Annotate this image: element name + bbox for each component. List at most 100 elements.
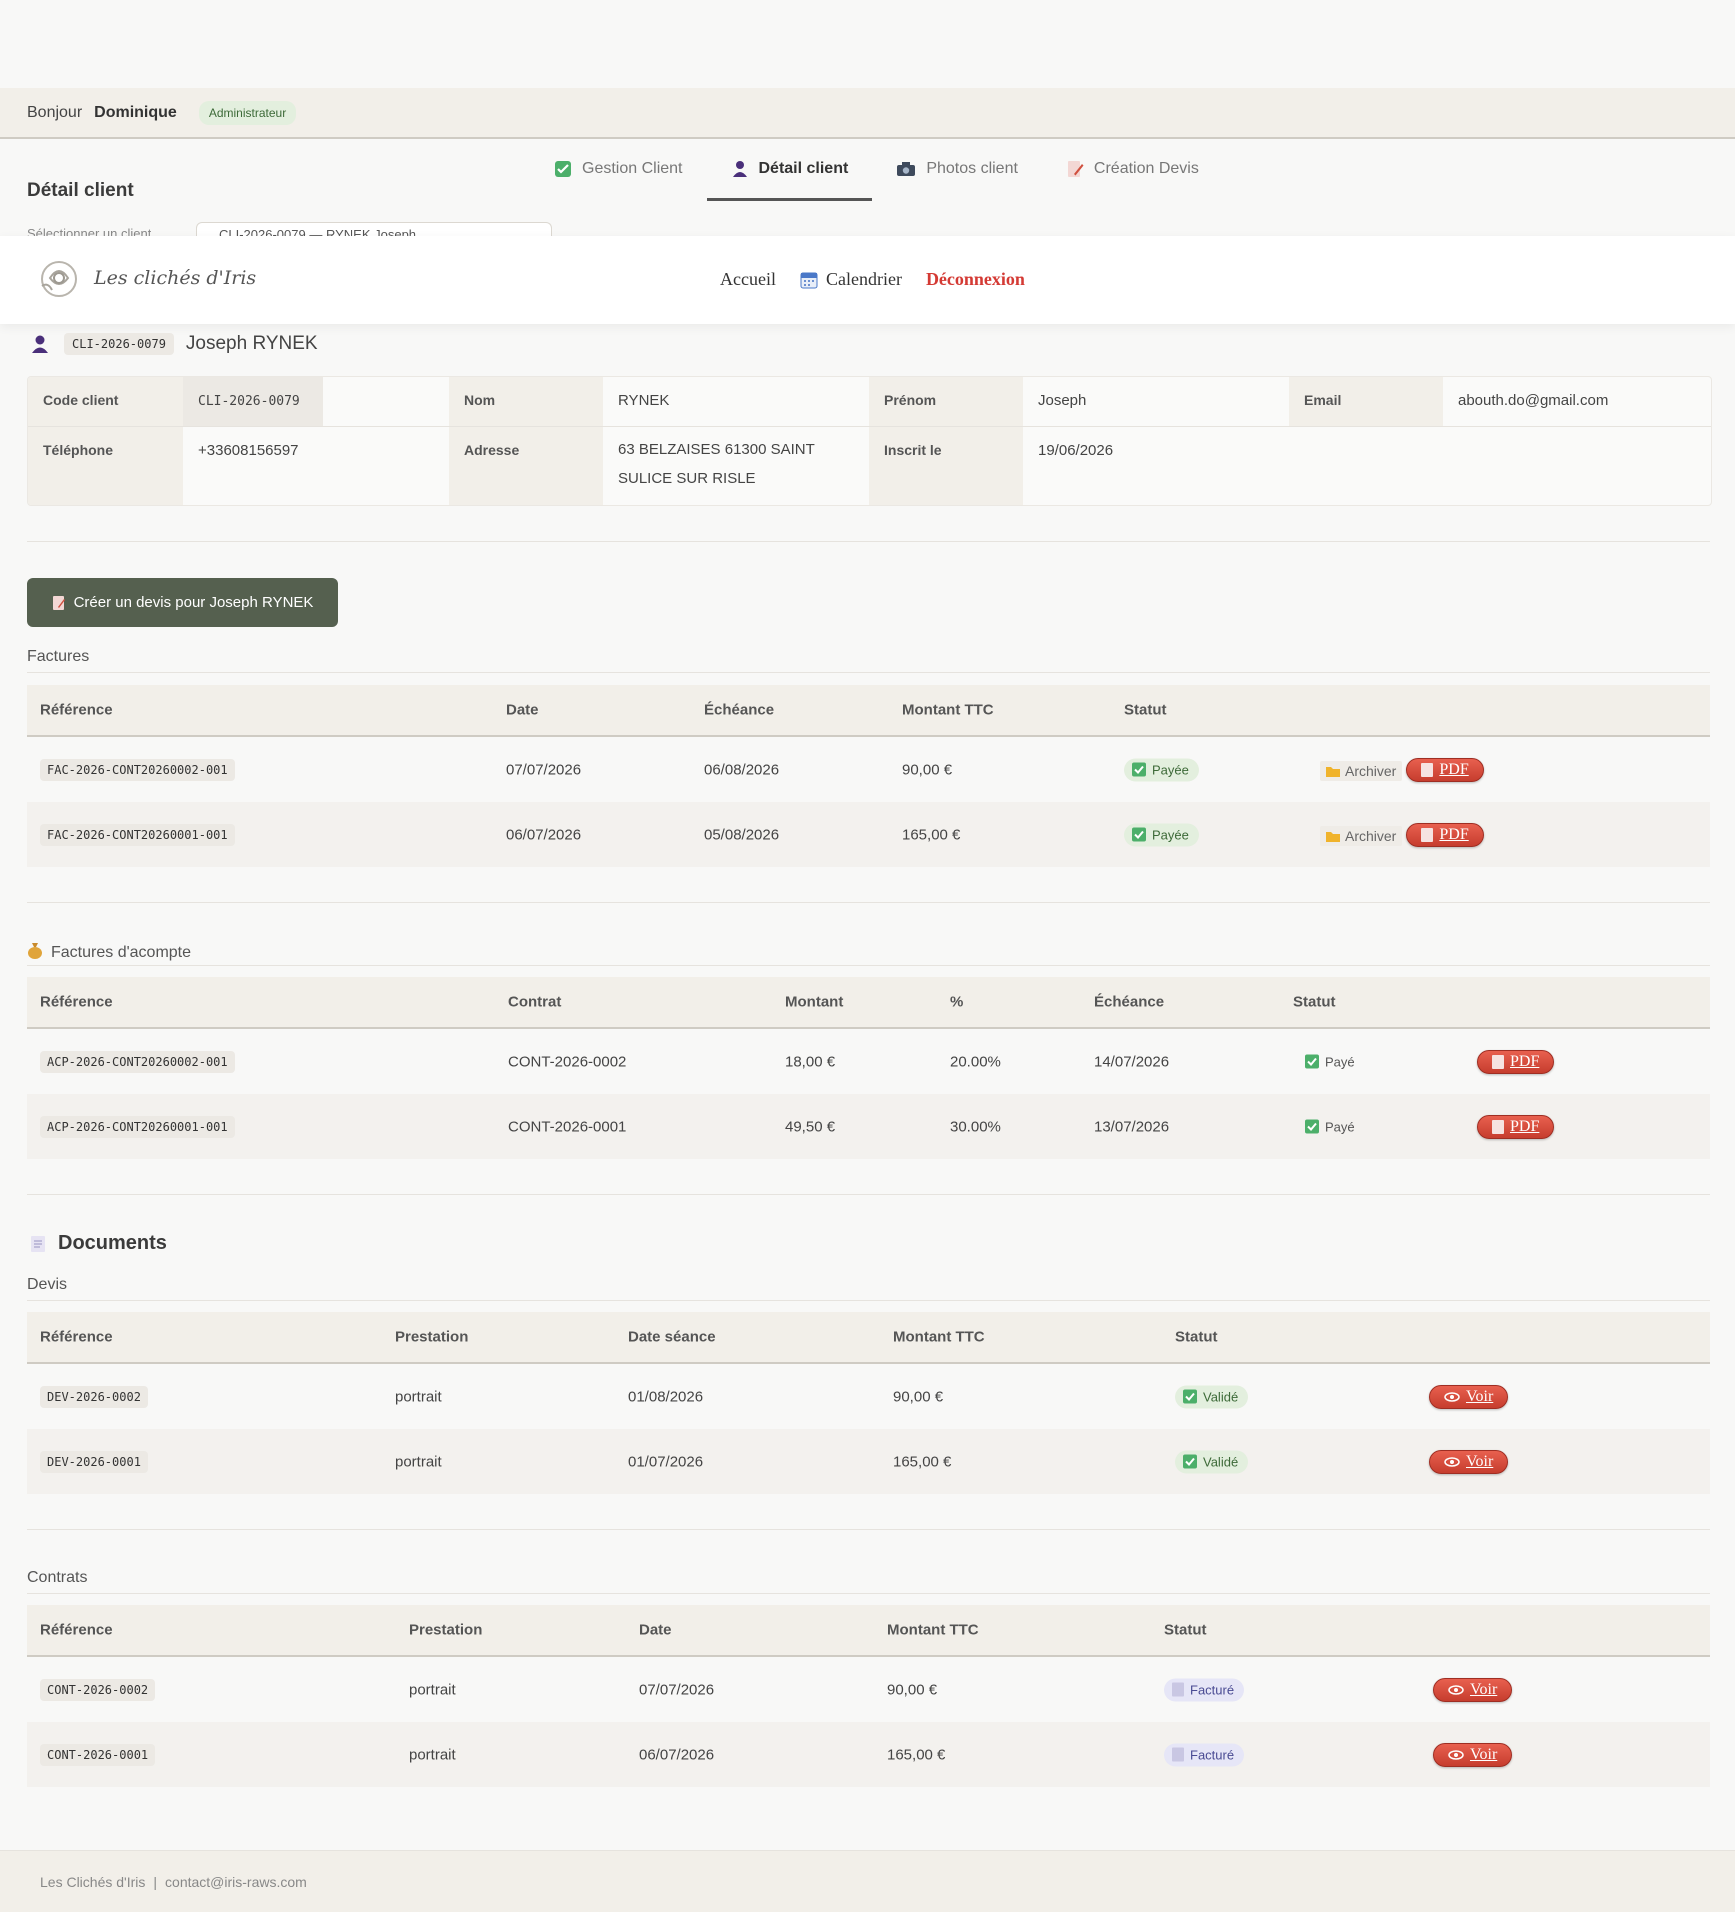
view-button[interactable]: Voir <box>1429 1384 1509 1409</box>
invoice-due: 06/08/2026 <box>704 761 780 778</box>
tab-detail-client[interactable]: Détail client <box>706 140 873 201</box>
contract-service: portrait <box>409 1681 456 1698</box>
section-invoices-title: Factures <box>27 648 90 665</box>
document-icon <box>1172 1747 1184 1762</box>
status-badge: Payé <box>1305 1050 1365 1073</box>
pdf-button[interactable]: PDF <box>1477 1049 1555 1074</box>
documents-title: Documents <box>30 1232 167 1255</box>
client-name: Joseph RYNEK <box>185 333 318 354</box>
pdf-button[interactable]: PDF <box>1406 822 1484 847</box>
col-header: Montant <box>785 993 844 1011</box>
archive-button[interactable]: Archiver <box>1320 825 1403 846</box>
eye-icon <box>1444 1456 1460 1467</box>
deposits-table: Référence Contrat Montant % Échéance Sta… <box>27 977 1710 1159</box>
view-button[interactable]: Voir <box>1429 1449 1509 1474</box>
calendar-icon <box>800 272 818 288</box>
table-row: ACP-2026-CONT20260002-001 CONT-2026-0002… <box>27 1029 1710 1094</box>
pdf-label: PDF <box>1439 825 1469 843</box>
document-icon <box>30 1235 46 1253</box>
tab-gestion-client[interactable]: Gestion Client <box>530 140 707 198</box>
view-button[interactable]: Voir <box>1433 1742 1513 1767</box>
divider <box>27 902 1710 903</box>
divider <box>27 1300 1710 1301</box>
nav-calendar-link[interactable]: Calendrier <box>800 269 902 290</box>
value-code-client: CLI-2026-0079 <box>183 377 323 427</box>
nav-logout-link[interactable]: Déconnexion <box>926 269 1025 290</box>
eye-icon <box>1448 1684 1464 1695</box>
col-header: Date <box>639 1621 672 1639</box>
invoice-amount: 165,00 € <box>902 826 961 843</box>
invoices-table: Référence Date Échéance Montant TTC Stat… <box>27 685 1710 867</box>
tab-label: Détail client <box>758 160 849 177</box>
status-badge: Payé <box>1305 1115 1365 1138</box>
status-label: Payé <box>1325 1054 1355 1069</box>
quote-ref: DEV-2026-0001 <box>40 1450 148 1473</box>
document-icon <box>1492 1119 1504 1134</box>
check-box-icon <box>1132 762 1146 777</box>
status-label: Validé <box>1203 1454 1239 1469</box>
section-deposits-title: Factures d'acompte <box>27 941 191 964</box>
tab-bar: Gestion Client Détail client Photos clie… <box>530 140 1223 201</box>
client-select[interactable]: CLI-2026-0079 — RYNEK Joseph <box>196 222 552 237</box>
pdf-button[interactable]: PDF <box>1477 1114 1555 1139</box>
tab-label: Photos client <box>926 160 1018 177</box>
folder-icon <box>1326 765 1340 777</box>
status-label: Facturé <box>1190 1682 1235 1697</box>
documents-title-text: Documents <box>58 1232 167 1254</box>
tab-photos-client[interactable]: Photos client <box>872 140 1042 198</box>
status-label: Payé <box>1325 1119 1355 1134</box>
deposit-ref: ACP-2026-CONT20260002-001 <box>40 1050 235 1073</box>
quote-date: 01/07/2026 <box>628 1453 704 1470</box>
tab-creation-devis[interactable]: Création Devis <box>1042 140 1223 198</box>
brand-logo[interactable]: Les clichés d'Iris <box>36 256 256 300</box>
main-menu: Accueil Calendrier Déconnexion <box>720 269 1049 290</box>
invoice-ref: FAC-2026-CONT20260001-001 <box>40 823 235 846</box>
deposit-contract: CONT-2026-0002 <box>508 1053 627 1070</box>
col-header: Prestation <box>395 1328 469 1346</box>
col-header: Statut <box>1164 1621 1207 1639</box>
document-icon <box>1421 827 1434 842</box>
deposit-percent: 30.00% <box>950 1118 1001 1135</box>
quote-amount: 165,00 € <box>893 1453 952 1470</box>
create-quote-label: Créer un devis pour Joseph RYNEK <box>73 594 314 611</box>
greeting: Bonjour <box>27 103 83 121</box>
status-label: Validé <box>1203 1389 1239 1404</box>
status-badge: Facturé <box>1164 1678 1245 1701</box>
deposit-contract: CONT-2026-0001 <box>508 1118 627 1135</box>
archive-label: Archiver <box>1345 827 1397 844</box>
contract-service: portrait <box>409 1746 456 1763</box>
label-telephone: Téléphone <box>28 427 183 505</box>
main-navbar: Les clichés d'Iris Accueil Calendrier Dé… <box>0 236 1735 324</box>
invoice-ref: FAC-2026-CONT20260002-001 <box>40 758 235 781</box>
table-header: Référence Date Échéance Montant TTC Stat… <box>27 685 1710 737</box>
view-label: Voir <box>1470 1680 1498 1698</box>
contract-ref: CONT-2026-0002 <box>40 1678 156 1701</box>
document-icon <box>1421 762 1434 777</box>
pdf-label: PDF <box>1439 760 1469 778</box>
nav-calendar-label: Calendrier <box>825 269 902 289</box>
check-box-icon <box>1305 1119 1319 1134</box>
document-pen-icon <box>52 595 66 611</box>
invoice-date: 07/07/2026 <box>506 761 582 778</box>
create-quote-button[interactable]: Créer un devis pour Joseph RYNEK <box>27 578 338 627</box>
document-pen-icon <box>1066 160 1084 178</box>
contract-amount: 90,00 € <box>887 1681 938 1698</box>
footer-email-link[interactable]: contact@iris-raws.com <box>165 1874 307 1890</box>
table-header: Référence Contrat Montant % Échéance Sta… <box>27 977 1710 1029</box>
col-header: Date séance <box>628 1328 716 1346</box>
user-name: Dominique <box>94 103 177 121</box>
pdf-button[interactable]: PDF <box>1406 757 1484 782</box>
tab-label: Création Devis <box>1093 160 1199 177</box>
value-inscrit: 19/06/2026 <box>1038 442 1114 459</box>
col-header: Référence <box>40 1328 113 1346</box>
view-button[interactable]: Voir <box>1433 1677 1513 1702</box>
nav-home-link[interactable]: Accueil <box>720 269 776 290</box>
status-badge: Payée <box>1124 823 1199 846</box>
status-badge: Validé <box>1175 1450 1249 1473</box>
money-bag-icon <box>27 941 43 964</box>
view-label: Voir <box>1470 1745 1498 1763</box>
archive-button[interactable]: Archiver <box>1320 760 1403 781</box>
contract-amount: 165,00 € <box>887 1746 946 1763</box>
value-prenom: Joseph <box>1038 392 1087 409</box>
table-header: Référence Prestation Date séance Montant… <box>27 1312 1710 1364</box>
